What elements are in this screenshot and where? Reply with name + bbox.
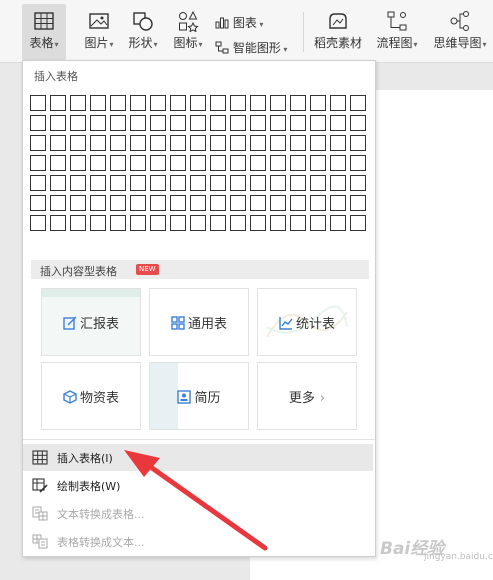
- baidu-watermark-url: jingyan.baidu.com: [424, 552, 493, 562]
- annotation-arrow: [124, 450, 268, 551]
- watermark-brand: Bai: [380, 539, 411, 559]
